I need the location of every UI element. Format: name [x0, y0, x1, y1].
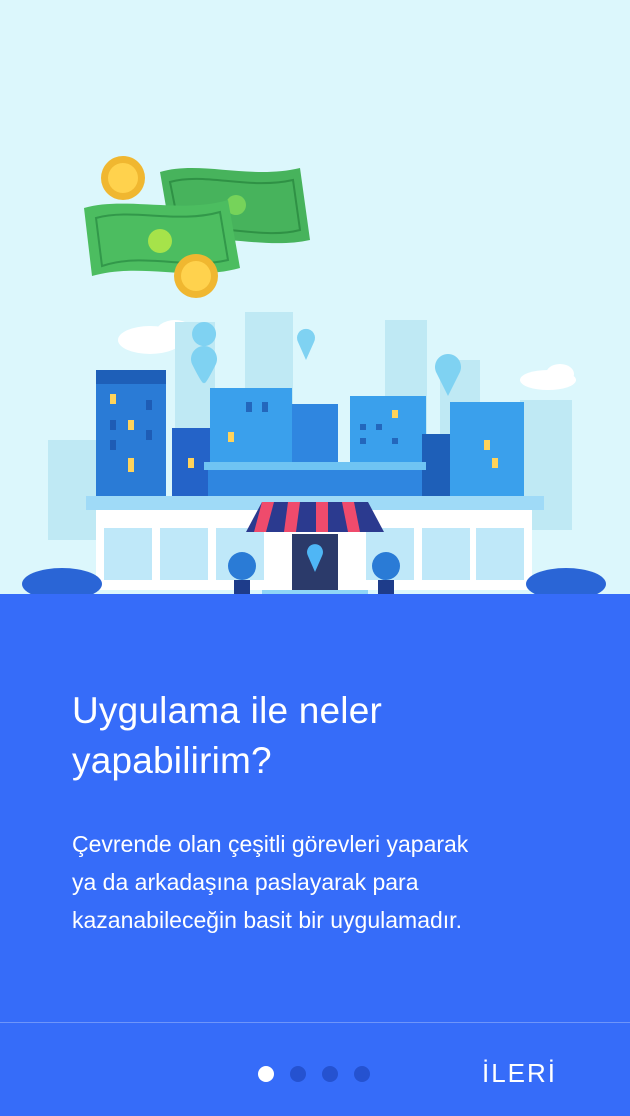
hero-illustration [0, 0, 630, 594]
next-button[interactable]: İLERİ [482, 1056, 557, 1090]
page-dot-2[interactable] [290, 1066, 306, 1082]
divider [0, 1022, 630, 1023]
page-dot-1-active[interactable] [258, 1066, 274, 1082]
page-description: Çevrende olan çeşitli görevleri yaparak … [72, 831, 469, 933]
city-store-illustration [22, 156, 606, 594]
page-dot-3[interactable] [322, 1066, 338, 1082]
onboarding-panel: Uygulama ile neler yapabilirim? Çevrende… [0, 594, 630, 1116]
page-indicator [258, 1066, 370, 1082]
page-title: Uygulama ile neler yapabilirim? [72, 690, 383, 781]
page-dot-4[interactable] [354, 1066, 370, 1082]
